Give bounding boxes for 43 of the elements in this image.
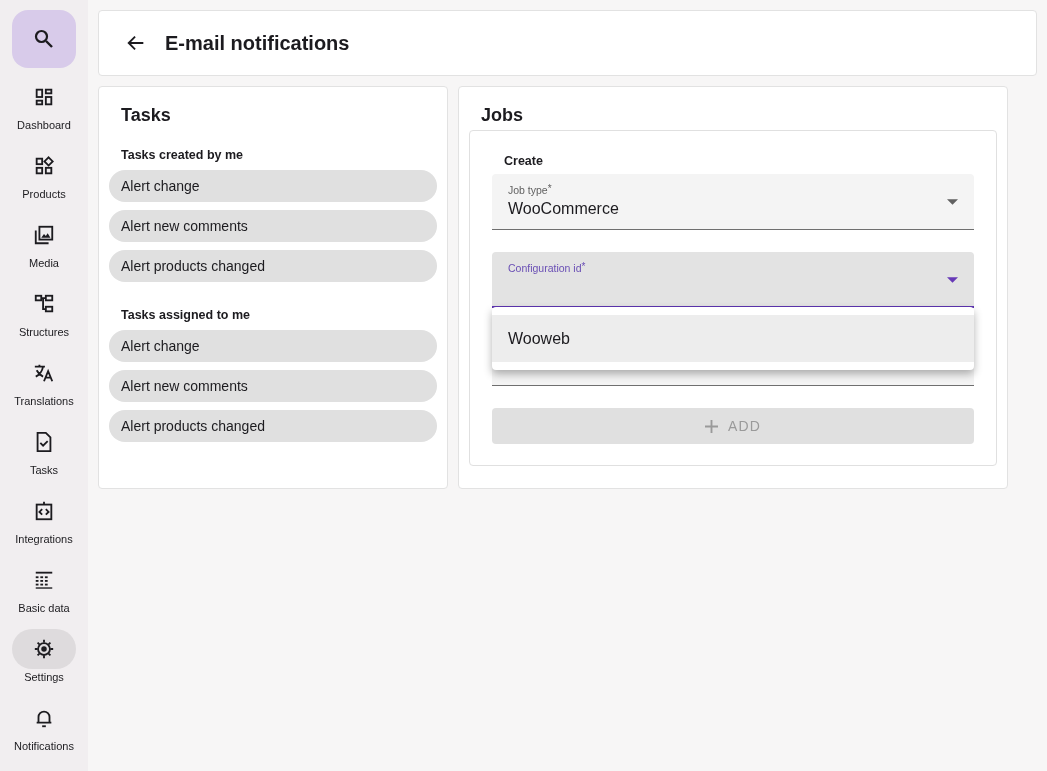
plus-icon bbox=[704, 419, 718, 433]
nav-label: Products bbox=[22, 188, 66, 201]
nav-item[interactable]: Notifications bbox=[12, 702, 76, 771]
nav-item[interactable]: Settings bbox=[12, 633, 76, 702]
task-chip[interactable]: Alert products changed bbox=[109, 410, 437, 442]
nav-label: Settings bbox=[24, 671, 64, 684]
card-title: Jobs bbox=[481, 105, 524, 126]
nav-label: Translations bbox=[14, 395, 74, 408]
nav-item[interactable]: Media bbox=[12, 219, 76, 289]
task-chip[interactable]: Alert products changed bbox=[109, 250, 437, 282]
dropdown-caret-icon bbox=[947, 277, 958, 283]
group-heading: Tasks assigned to me bbox=[121, 308, 251, 322]
nav-label: Basic data bbox=[18, 602, 70, 615]
dropdown-caret-icon bbox=[947, 199, 958, 205]
card-title: Tasks bbox=[121, 105, 172, 126]
search-button[interactable] bbox=[12, 10, 76, 69]
section-heading: Create bbox=[504, 154, 544, 168]
nav-item[interactable]: Basic data bbox=[12, 564, 76, 634]
task-chip[interactable]: Alert new comments bbox=[109, 210, 437, 242]
integration-icon bbox=[33, 500, 55, 523]
page-title: E-mail notifications bbox=[165, 31, 350, 55]
task-chip[interactable]: Alert change bbox=[109, 330, 437, 362]
nav-label: Media bbox=[29, 257, 59, 270]
nav-label: Tasks bbox=[29, 464, 59, 477]
group-heading: Tasks created by me bbox=[121, 148, 245, 162]
settings-icon bbox=[33, 638, 55, 661]
task-chip[interactable]: Alert new comments bbox=[109, 370, 437, 402]
menu-option[interactable]: Wooweb bbox=[492, 315, 974, 362]
task-chip[interactable]: Alert change bbox=[109, 170, 437, 202]
nav-item[interactable]: Products bbox=[12, 150, 76, 220]
nav-label: Structures bbox=[18, 326, 70, 339]
nav-item[interactable]: Dashboard bbox=[12, 81, 76, 151]
translate-icon bbox=[33, 362, 55, 385]
nav-item[interactable]: Integrations bbox=[12, 495, 76, 565]
nav-item[interactable]: Structures bbox=[12, 288, 76, 358]
nav-label: Dashboard bbox=[17, 119, 71, 132]
photo-library-icon bbox=[33, 224, 55, 247]
table-grid-icon bbox=[33, 569, 55, 592]
nav-item[interactable]: Tasks bbox=[12, 426, 76, 496]
nav-item[interactable]: Translations bbox=[12, 357, 76, 427]
nav-label: Integrations bbox=[15, 533, 73, 546]
field-value: WooCommerce bbox=[508, 200, 619, 218]
nav-label: Notifications bbox=[14, 740, 74, 752]
